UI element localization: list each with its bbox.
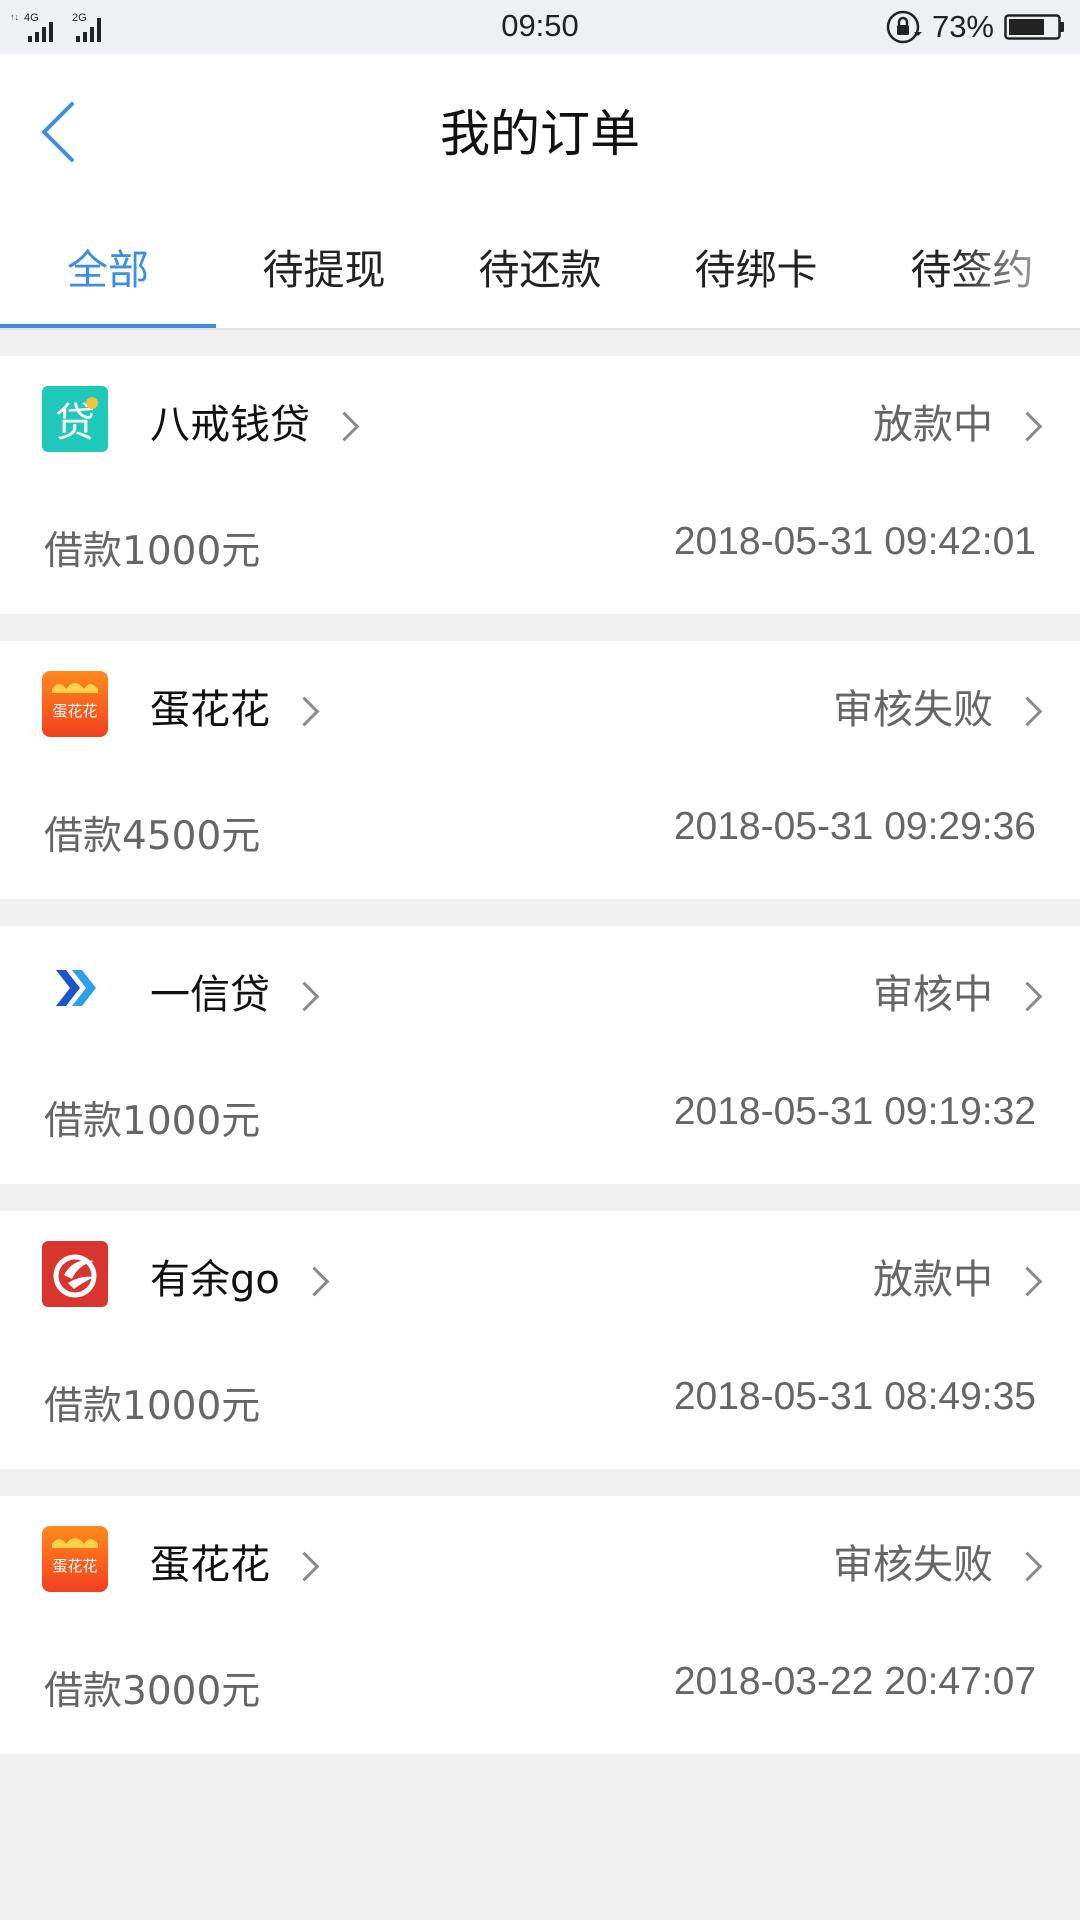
order-card[interactable]: 蛋花花 蛋花花 审核失败 借款4500元 2018-05-31 09:29:36 <box>0 641 1080 899</box>
order-status: 审核失败 <box>833 687 993 733</box>
chevron-right-icon <box>1012 1266 1043 1296</box>
tab-all[interactable]: 全部 <box>0 204 216 328</box>
order-datetime: 2018-05-31 09:29:36 <box>673 805 1036 848</box>
chevron-right-icon <box>1012 696 1043 726</box>
youyugo-logo-icon <box>42 1241 108 1307</box>
chevron-right-icon <box>289 696 320 726</box>
order-datetime: 2018-05-31 09:42:01 <box>673 520 1036 563</box>
chevron-right-icon <box>329 411 360 441</box>
order-datetime: 2018-03-22 20:47:07 <box>673 1660 1036 1703</box>
chevron-right-icon <box>289 981 320 1011</box>
order-datetime: 2018-05-31 09:19:32 <box>673 1090 1036 1133</box>
order-card[interactable]: 有余go 放款中 借款1000元 2018-05-31 08:49:35 <box>0 1211 1080 1469</box>
rotation-lock-icon <box>886 10 922 44</box>
chevron-right-icon <box>299 1266 330 1296</box>
order-card[interactable]: 贷 八戒钱贷 放款中 借款1000元 2018-05-31 09:42:01 <box>0 356 1080 614</box>
active-tab-indicator <box>0 324 216 328</box>
app-name: 八戒钱贷 <box>150 402 310 448</box>
bajie-loan-logo-icon: 贷 <box>42 386 108 452</box>
chevron-right-icon <box>1012 411 1043 441</box>
chevron-right-icon <box>1012 1551 1043 1581</box>
danhuahua-logo-icon: 蛋花花 <box>42 671 108 737</box>
order-status: 放款中 <box>873 402 993 448</box>
tab-pending-repay[interactable]: 待还款 <box>432 204 648 328</box>
chevron-right-icon <box>1012 981 1043 1011</box>
order-status: 放款中 <box>873 1257 993 1303</box>
loan-amount: 借款4500元 <box>44 814 261 859</box>
danhuahua-logo-icon: 蛋花花 <box>42 1526 108 1592</box>
tab-pending-withdraw[interactable]: 待提现 <box>216 204 432 328</box>
order-card[interactable]: 蛋花花 蛋花花 审核失败 借款3000元 2018-03-22 20:47:07 <box>0 1496 1080 1754</box>
header: 我的订单 <box>0 54 1080 204</box>
svg-text:蛋花花: 蛋花花 <box>52 1557 97 1575</box>
app-name: 有余go <box>150 1257 280 1303</box>
tab-bar: 全部 待提现 待还款 待绑卡 待签约 <box>0 204 1080 330</box>
order-status: 审核中 <box>873 972 993 1018</box>
order-datetime: 2018-05-31 08:49:35 <box>673 1375 1036 1418</box>
loan-amount: 借款3000元 <box>44 1669 261 1714</box>
tab-pending-bind-card[interactable]: 待绑卡 <box>648 204 864 328</box>
yixindai-logo-icon <box>42 956 108 1022</box>
order-list: 贷 八戒钱贷 放款中 借款1000元 2018-05-31 09:42:01 蛋… <box>0 356 1080 1781</box>
order-card[interactable]: 一信贷 审核中 借款1000元 2018-05-31 09:19:32 <box>0 926 1080 1184</box>
loan-amount: 借款1000元 <box>44 1099 261 1144</box>
battery-icon <box>1004 14 1064 40</box>
app-name: 蛋花花 <box>150 1542 270 1588</box>
tab-pending-sign[interactable]: 待签约 <box>864 204 1080 328</box>
loan-amount: 借款1000元 <box>44 1384 261 1429</box>
page-title: 我的订单 <box>440 105 640 163</box>
status-bar: ↑↓ 4G 2G 09:50 73% <box>0 0 1080 54</box>
loan-amount: 借款1000元 <box>44 529 261 574</box>
battery-percent: 73% <box>931 9 994 44</box>
order-status: 审核失败 <box>833 1542 993 1588</box>
app-name: 一信贷 <box>150 972 270 1018</box>
chevron-right-icon <box>289 1551 320 1581</box>
app-name: 蛋花花 <box>150 687 270 733</box>
svg-text:蛋花花: 蛋花花 <box>52 702 97 720</box>
